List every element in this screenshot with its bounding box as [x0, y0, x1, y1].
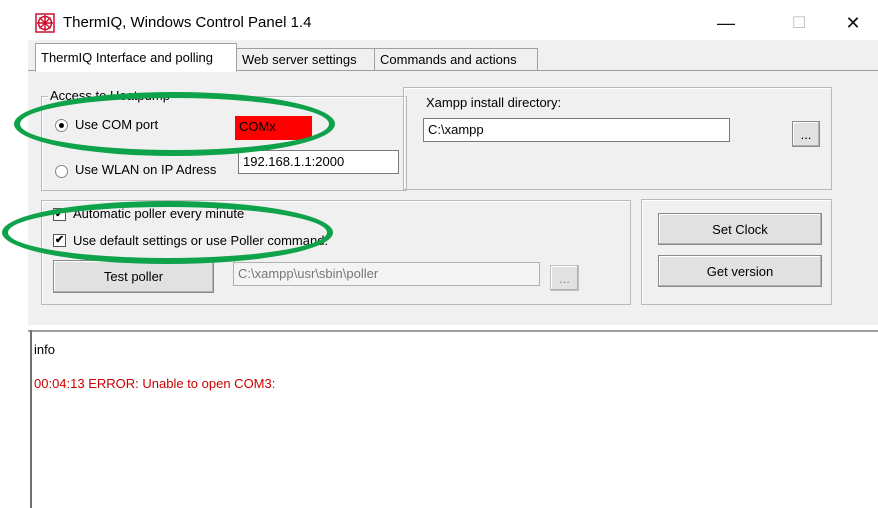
info-label: info — [34, 342, 55, 357]
info-panel — [28, 330, 878, 508]
xampp-directory-input[interactable]: C:\xampp — [423, 118, 730, 142]
close-button[interactable]: ✕ — [833, 6, 873, 40]
test-poller-button[interactable]: Test poller — [53, 260, 214, 293]
poller-command-input[interactable]: C:\xampp\usr\sbin\poller — [233, 262, 540, 286]
tab-thermiq-interface[interactable]: ThermIQ Interface and polling — [35, 43, 237, 72]
info-panel-edge — [30, 330, 32, 508]
set-clock-button[interactable]: Set Clock — [658, 213, 822, 245]
thermiq-logo-icon — [35, 13, 55, 33]
tab-commands-and-actions[interactable]: Commands and actions — [374, 48, 538, 71]
default-settings-label[interactable]: Use default settings or use Poller comma… — [73, 233, 328, 248]
maximize-button[interactable]: ☐ — [779, 6, 819, 40]
com-port-radio[interactable] — [55, 119, 68, 132]
default-settings-checkbox[interactable]: ✔ — [53, 234, 66, 247]
auto-poller-checkbox[interactable]: ✔ — [53, 208, 66, 221]
xampp-directory-label: Xampp install directory: — [426, 95, 562, 110]
xampp-browse-button[interactable]: ... — [792, 121, 820, 147]
com-port-field[interactable]: COMx — [235, 116, 312, 140]
minimize-button[interactable]: — — [706, 6, 746, 40]
access-heatpump-group-label: Access to Heatpump — [48, 88, 172, 103]
wlan-radio[interactable] — [55, 165, 68, 178]
com-port-label[interactable]: Use COM port — [75, 117, 158, 132]
window-title: ThermIQ, Windows Control Panel 1.4 — [63, 14, 312, 31]
tab-web-server-settings[interactable]: Web server settings — [236, 48, 375, 71]
wlan-label[interactable]: Use WLAN on IP Adress — [75, 162, 216, 177]
get-version-button[interactable]: Get version — [658, 255, 822, 287]
poller-browse-button[interactable]: ... — [550, 265, 579, 291]
wlan-ip-input[interactable]: 192.168.1.1:2000 — [238, 150, 399, 174]
auto-poller-label[interactable]: Automatic poller every minute — [73, 206, 244, 221]
error-message: 00:04:13 ERROR: Unable to open COM3: — [34, 376, 276, 391]
